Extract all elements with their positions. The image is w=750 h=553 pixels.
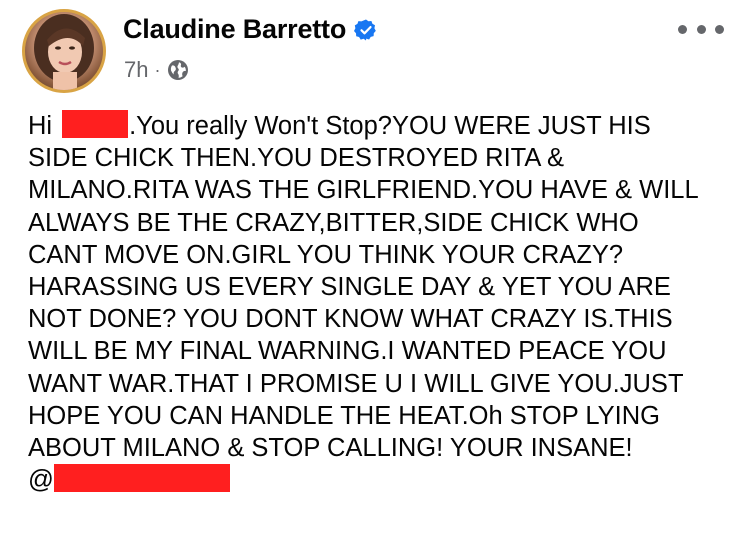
post-line: NOT DONE? YOU DONT KNOW WHAT CRAZY IS.TH…: [28, 305, 673, 334]
post-line: SIDE CHICK THEN.YOU DESTROYED RITA &: [28, 144, 565, 173]
more-options-icon[interactable]: [678, 22, 724, 36]
post-timestamp[interactable]: 7h: [124, 57, 148, 83]
post-mention-line: @: [28, 464, 728, 496]
post-line: CANT MOVE ON.GIRL YOU THINK YOUR CRAZY?: [28, 240, 624, 269]
more-dot: [678, 24, 687, 34]
avatar[interactable]: [22, 9, 106, 93]
post-line: WILL BE MY FINAL WARNING.I WANTED PEACE …: [28, 337, 667, 366]
post-line: WANT WAR.THAT I PROMISE U I WILL GIVE YO…: [28, 369, 684, 398]
post-line: HARASSING US EVERY SINGLE DAY & YET YOU …: [28, 272, 671, 301]
post-body: Hi .You really Won't Stop?YOU WERE JUST H…: [28, 110, 728, 496]
facebook-post: Claudine Barretto 7h · Hi .You really Won…: [0, 0, 750, 553]
post-line-1: Hi .You really Won't Stop?YOU WERE JUST H…: [28, 110, 728, 142]
redaction-box: [62, 110, 129, 138]
more-dot: [715, 24, 724, 34]
meta-separator: ·: [154, 60, 161, 80]
verified-badge-icon: [354, 18, 378, 42]
more-dot: [696, 24, 706, 34]
redaction-box: [53, 464, 230, 493]
post-line: ABOUT MILANO & STOP CALLING! YOUR INSANE…: [28, 433, 633, 462]
post-meta: 7h ·: [124, 57, 190, 83]
greeting-text: Hi: [28, 112, 53, 140]
avatar-portrait-icon: [34, 14, 94, 90]
post-line-text: .You really Won't Stop?YOU WERE JUST HIS: [129, 112, 651, 140]
post-line: HOPE YOU CAN HANDLE THE HEAT.Oh STOP LYI…: [28, 401, 661, 430]
globe-icon[interactable]: [166, 58, 190, 82]
post-line: ALWAYS BE THE CRAZY,BITTER,SIDE CHICK WH…: [28, 208, 639, 237]
author-name[interactable]: Claudine Barretto: [123, 14, 346, 45]
mention-prefix[interactable]: @: [28, 466, 54, 494]
author-row: Claudine Barretto: [123, 14, 378, 45]
post-line: MILANO.RITA WAS THE GIRLFRIEND.YOU HAVE …: [28, 176, 699, 205]
